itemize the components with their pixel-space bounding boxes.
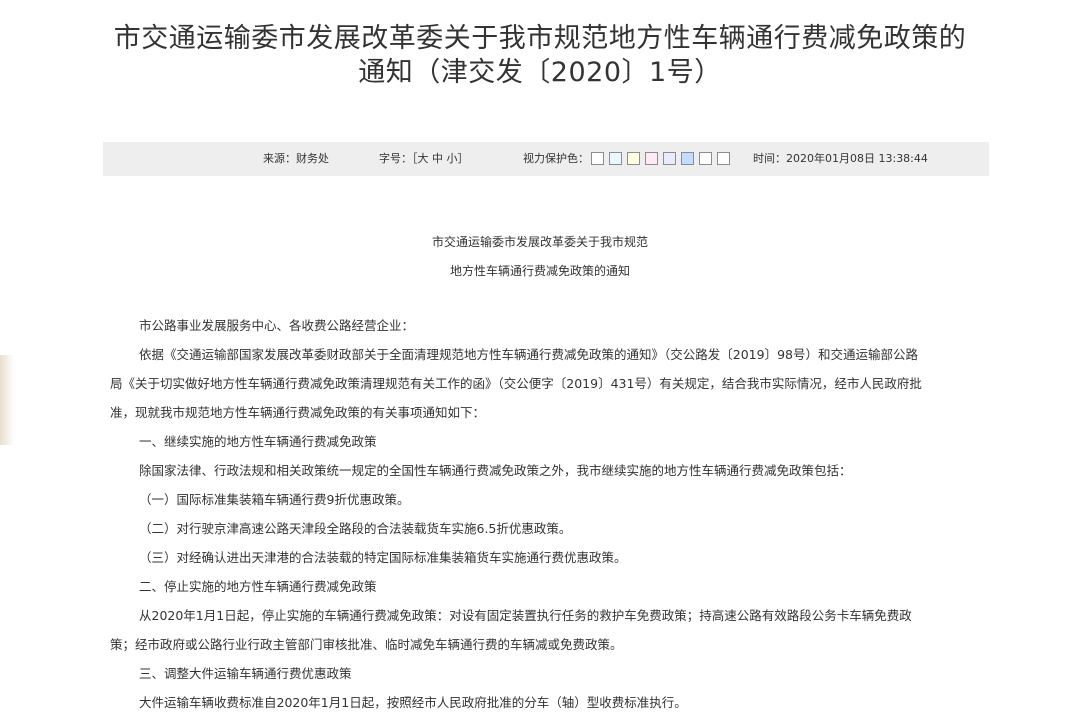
eye-color-swatch-5[interactable]	[663, 151, 676, 165]
page-title-line-1: 市交通运输委市发展改革委关于我市规范地方性车辆通行费减免政策的	[113, 23, 967, 54]
body-paragraph: 准，现就我市规范地方性车辆通行费减免政策的有关事项通知如下：	[110, 405, 486, 420]
font-size-large-link[interactable]: 大	[418, 152, 429, 165]
eye-color-swatches	[591, 142, 735, 176]
publish-time: 时间：2020年01月08日 13:38:44	[753, 152, 928, 165]
doc-subtitle-line-1: 市交通运输委市发展改革委关于我市规范	[431, 235, 648, 249]
eye-color-swatch-8[interactable]	[717, 151, 730, 165]
section-heading: 三、调整大件运输车辆通行费优惠政策	[139, 666, 352, 681]
section-heading: 一、继续实施的地方性车辆通行费减免政策	[139, 434, 377, 449]
page-title-line-2: 通知（津交发〔2020〕1号）	[358, 57, 722, 88]
body-paragraph: 策；经市政府或公路行业行政主管部门审核批准、临时减免车辆通行费的车辆减或免费政策…	[110, 637, 623, 652]
eye-protection-control: 视力保护色：	[523, 142, 735, 176]
body-paragraph: 局《关于切实做好地方性车辆通行费减免政策清理规范有关工作的函》（交公便字〔201…	[110, 376, 922, 391]
font-bracket-close: ］	[457, 152, 469, 165]
body-paragraph: 市公路事业发展服务中心、各收费公路经营企业：	[139, 318, 415, 333]
body-paragraph: 依据《交通运输部国家发展改革委财政部关于全面清理规范地方性车辆通行费减免政策的通…	[139, 347, 918, 362]
page-title: 市交通运输委市发展改革委关于我市规范地方性车辆通行费减免政策的 通知（津交发〔2…	[80, 22, 1000, 90]
eye-color-swatch-1[interactable]	[591, 151, 604, 165]
eye-color-swatch-4[interactable]	[645, 151, 658, 165]
source-label: 来源：财务处	[263, 152, 329, 165]
left-edge-decoration	[0, 355, 14, 445]
eye-color-swatch-3[interactable]	[627, 151, 640, 165]
font-size-control: 字号：［大 中 小］	[379, 142, 469, 176]
article-info-bar: 来源：财务处 字号：［大 中 小］ 视力保护色： 时间：2020年01月08日 …	[103, 142, 989, 176]
eye-color-swatch-2[interactable]	[609, 151, 622, 165]
eye-color-swatch-7[interactable]	[699, 151, 712, 165]
body-paragraph: 从2020年1月1日起，停止实施的车辆通行费减免政策：对设有固定装置执行任务的救…	[139, 608, 912, 623]
section-heading: 二、停止实施的地方性车辆通行费减免政策	[139, 579, 377, 594]
doc-subtitle-line-2: 地方性车辆通行费减免政策的通知	[449, 264, 630, 278]
font-size-label: 字号：	[379, 152, 412, 165]
list-item: （一）国际标准集装箱车辆通行费9折优惠政策。	[139, 492, 410, 507]
font-size-small-link[interactable]: 小	[447, 152, 458, 165]
eye-protection-label: 视力保护色：	[523, 152, 589, 165]
notice-page: 市交通运输委市发展改革委关于我市规范地方性车辆通行费减免政策的 通知（津交发〔2…	[0, 0, 1080, 710]
list-item: （二）对行驶京津高速公路天津段全路段的合法装载货车实施6.5折优惠政策。	[139, 521, 572, 536]
body-paragraph: 除国家法律、行政法规和相关政策统一规定的全国性车辆通行费减免政策之外，我市继续实…	[139, 463, 852, 478]
document-body: 市公路事业发展服务中心、各收费公路经营企业： 依据《交通运输部国家发展改革委财政…	[110, 311, 980, 717]
body-paragraph: 大件运输车辆收费标准自2020年1月1日起，按照经市人民政府批准的分车（轴）型收…	[139, 695, 687, 710]
font-size-medium-link[interactable]: 中	[432, 152, 443, 165]
eye-color-swatch-6[interactable]	[681, 151, 694, 165]
list-item: （三）对经确认进出天津港的合法装载的特定国际标准集装箱货车实施通行费优惠政策。	[139, 550, 627, 565]
